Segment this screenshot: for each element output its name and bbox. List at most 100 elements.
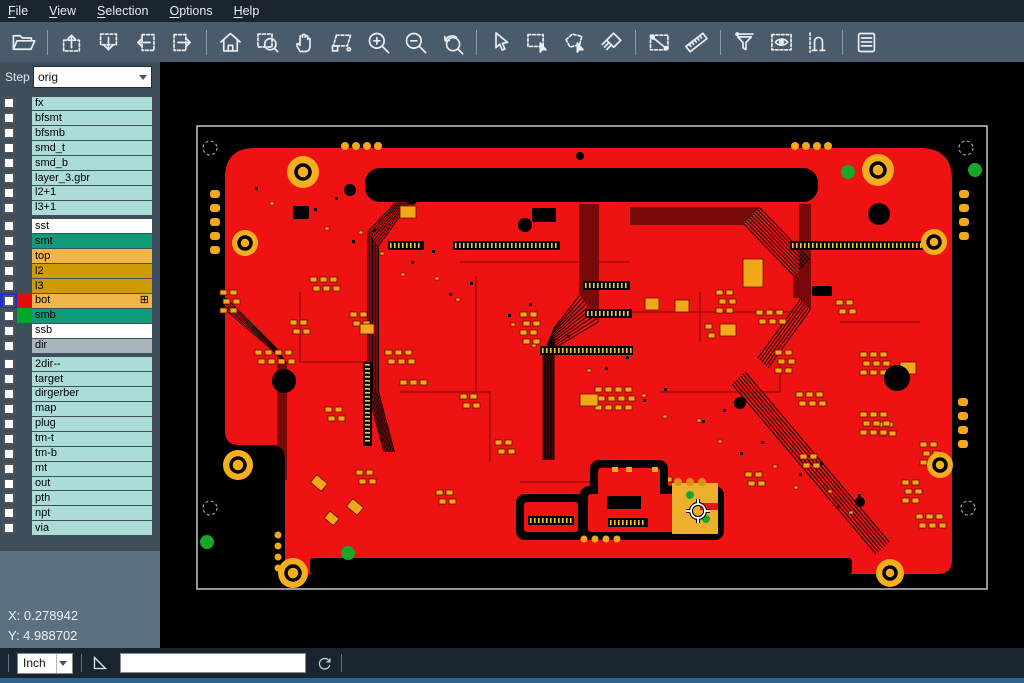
layer-row-layer_3.gbr[interactable]: layer_3.gbr bbox=[0, 171, 160, 186]
layer-color-swatch[interactable] bbox=[17, 293, 32, 308]
layer-visibility-checkbox[interactable] bbox=[0, 308, 17, 323]
layer-row-l2[interactable]: l2 bbox=[0, 264, 160, 279]
zoom-in-button[interactable] bbox=[360, 25, 397, 59]
layer-visibility-checkbox[interactable] bbox=[0, 521, 17, 536]
pan-right-button[interactable] bbox=[164, 25, 201, 59]
layer-label[interactable]: plug bbox=[32, 417, 152, 431]
select-polygon-button[interactable] bbox=[556, 25, 593, 59]
layer-visibility-checkbox[interactable] bbox=[0, 234, 17, 249]
layer-label[interactable]: sst bbox=[32, 219, 152, 233]
layer-label[interactable]: bfsmt bbox=[32, 111, 152, 125]
layer-label[interactable]: top bbox=[32, 249, 152, 263]
report-button[interactable] bbox=[848, 25, 885, 59]
home-button[interactable] bbox=[212, 25, 249, 59]
layer-label[interactable]: tm-b bbox=[32, 447, 152, 461]
layer-row-via[interactable]: via bbox=[0, 521, 160, 536]
layer-label[interactable]: smd_t bbox=[32, 141, 152, 155]
layer-label[interactable]: tm-t bbox=[32, 432, 152, 446]
layer-label[interactable]: via bbox=[32, 521, 152, 535]
open-button[interactable] bbox=[5, 25, 42, 59]
layer-row-target[interactable]: target bbox=[0, 372, 160, 387]
filter-button[interactable] bbox=[726, 25, 763, 59]
layer-row-smd_b[interactable]: smd_b bbox=[0, 156, 160, 171]
layer-visibility-checkbox[interactable] bbox=[0, 372, 17, 387]
layer-label[interactable]: fx bbox=[32, 97, 152, 111]
select-button[interactable] bbox=[482, 25, 519, 59]
layer-label[interactable]: l2+1 bbox=[32, 186, 152, 200]
layer-row-smd_t[interactable]: smd_t bbox=[0, 141, 160, 156]
layer-visibility-checkbox[interactable] bbox=[0, 461, 17, 476]
layer-label[interactable]: 2dir-- bbox=[32, 357, 152, 371]
layer-row-ssb[interactable]: ssb bbox=[0, 323, 160, 338]
snap-button[interactable] bbox=[800, 25, 837, 59]
layer-label[interactable]: layer_3.gbr bbox=[32, 171, 152, 185]
layer-row-dir[interactable]: dir bbox=[0, 338, 160, 353]
layer-visibility-checkbox[interactable] bbox=[0, 506, 17, 521]
layer-visibility-checkbox[interactable] bbox=[0, 387, 17, 402]
pan-down-button[interactable] bbox=[90, 25, 127, 59]
measure-button[interactable] bbox=[641, 25, 678, 59]
layer-visibility-checkbox[interactable] bbox=[0, 476, 17, 491]
unit-select[interactable]: Inch bbox=[17, 653, 73, 674]
highlight-button[interactable] bbox=[763, 25, 800, 59]
layer-visibility-checkbox[interactable] bbox=[0, 338, 17, 353]
zoom-out-button[interactable] bbox=[397, 25, 434, 59]
layer-visibility-checkbox[interactable] bbox=[0, 323, 17, 338]
layer-row-l3+1[interactable]: l3+1 bbox=[0, 200, 160, 215]
layer-row-fx[interactable]: fx bbox=[0, 96, 160, 111]
layer-label[interactable]: dirgerber bbox=[32, 387, 152, 401]
layer-visibility-checkbox[interactable] bbox=[0, 357, 17, 372]
layer-row-tm-t[interactable]: tm-t bbox=[0, 431, 160, 446]
command-input[interactable] bbox=[120, 653, 306, 673]
layer-label[interactable]: dir bbox=[32, 339, 152, 353]
layer-label[interactable]: l3+1 bbox=[32, 201, 152, 215]
layer-label[interactable]: mt bbox=[32, 462, 152, 476]
layer-label[interactable]: l2 bbox=[32, 264, 152, 278]
menu-file[interactable]: File bbox=[8, 4, 28, 18]
layer-visibility-checkbox[interactable] bbox=[0, 141, 17, 156]
refresh-button[interactable] bbox=[316, 655, 333, 672]
layer-label[interactable]: map bbox=[32, 402, 152, 416]
menu-view[interactable]: View bbox=[49, 4, 76, 18]
layer-label[interactable]: ssb bbox=[32, 324, 152, 338]
layer-visibility-checkbox[interactable] bbox=[0, 249, 17, 264]
layer-visibility-checkbox[interactable] bbox=[0, 416, 17, 431]
zoom-previous-button[interactable] bbox=[434, 25, 471, 59]
layer-label[interactable]: target bbox=[32, 372, 152, 386]
layer-label[interactable]: pth bbox=[32, 491, 152, 505]
layer-row-mt[interactable]: mt bbox=[0, 461, 160, 476]
layer-row-bfsmb[interactable]: bfsmb bbox=[0, 126, 160, 141]
layer-visibility-checkbox[interactable] bbox=[0, 401, 17, 416]
menu-options[interactable]: Options bbox=[169, 4, 212, 18]
layer-visibility-checkbox[interactable] bbox=[0, 200, 17, 215]
zoom-window-button[interactable] bbox=[249, 25, 286, 59]
layer-label[interactable]: smt bbox=[32, 234, 152, 248]
layer-row-map[interactable]: map bbox=[0, 401, 160, 416]
layer-row-dirgerber[interactable]: dirgerber bbox=[0, 387, 160, 402]
layer-visibility-checkbox[interactable] bbox=[0, 279, 17, 294]
layer-visibility-checkbox[interactable] bbox=[0, 491, 17, 506]
layer-visibility-checkbox[interactable] bbox=[0, 219, 17, 234]
select-rect-button[interactable] bbox=[519, 25, 556, 59]
clean-button[interactable] bbox=[593, 25, 630, 59]
pcb-canvas[interactable] bbox=[160, 62, 1024, 648]
menu-help[interactable]: Help bbox=[234, 4, 260, 18]
layer-row-out[interactable]: out bbox=[0, 476, 160, 491]
layer-visibility-checkbox[interactable] bbox=[0, 111, 17, 126]
layer-row-l3[interactable]: l3 bbox=[0, 279, 160, 294]
layer-visibility-checkbox[interactable] bbox=[0, 293, 17, 308]
angle-mode-icon[interactable] bbox=[90, 655, 110, 671]
layer-visibility-checkbox[interactable] bbox=[0, 126, 17, 141]
layer-visibility-checkbox[interactable] bbox=[0, 186, 17, 201]
layer-row-l2+1[interactable]: l2+1 bbox=[0, 186, 160, 201]
layer-label[interactable]: smd_b bbox=[32, 156, 152, 170]
layer-label[interactable]: bfsmb bbox=[32, 126, 152, 140]
layer-visibility-checkbox[interactable] bbox=[0, 446, 17, 461]
layer-row-pth[interactable]: pth bbox=[0, 491, 160, 506]
layer-visibility-checkbox[interactable] bbox=[0, 156, 17, 171]
layer-visibility-checkbox[interactable] bbox=[0, 171, 17, 186]
layer-row-plug[interactable]: plug bbox=[0, 416, 160, 431]
ruler-button[interactable] bbox=[678, 25, 715, 59]
layer-row-bot[interactable]: bot⊞ bbox=[0, 293, 160, 308]
layer-row-smt[interactable]: smt bbox=[0, 234, 160, 249]
